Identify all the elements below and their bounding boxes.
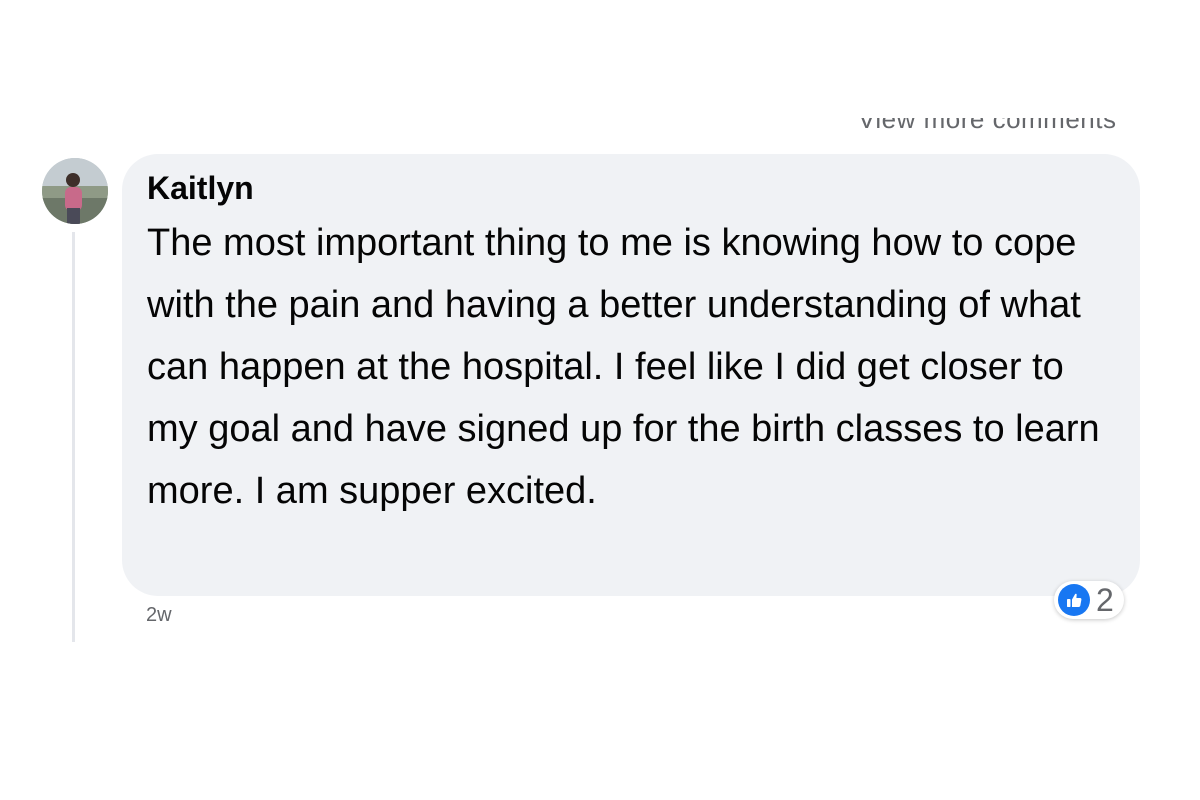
comment-text: The most important thing to me is knowin… <box>147 222 1100 512</box>
thread-line <box>72 232 75 642</box>
view-more-comments-label: View more comments <box>858 118 1117 134</box>
comment-bubble: Kaitlyn The most important thing to me i… <box>122 154 1140 596</box>
reaction-count: 2 <box>1096 582 1114 618</box>
comment-thread: View more comments Kaitlyn The most impo… <box>0 0 1200 800</box>
like-icon <box>1058 584 1090 616</box>
reaction-badge[interactable]: 2 <box>1054 581 1124 619</box>
comment-author[interactable]: Kaitlyn <box>147 168 1110 208</box>
profile-photo <box>42 158 108 224</box>
comment-timestamp[interactable]: 2w <box>146 604 172 627</box>
avatar[interactable] <box>42 158 108 224</box>
view-more-comments-link[interactable]: View more comments <box>858 118 1140 134</box>
